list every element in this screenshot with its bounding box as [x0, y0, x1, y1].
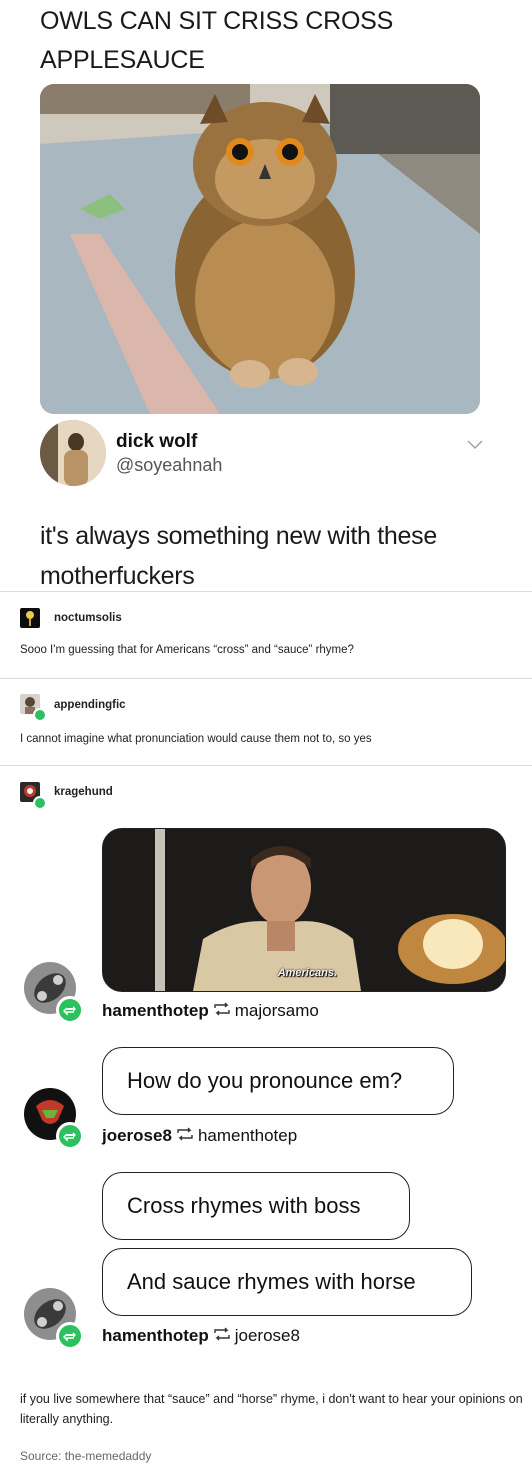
divider	[0, 591, 532, 592]
footer-comment: if you live somewhere that “sauce” and “…	[20, 1392, 523, 1426]
reaction-caption: Americans.	[277, 967, 337, 979]
reblog-line: joerose8 hamenthotep	[102, 1126, 297, 1146]
post-username[interactable]: noctumsolis	[54, 612, 122, 624]
reblog-arrow-icon	[176, 1126, 194, 1146]
post-username[interactable]: appendingfic	[54, 699, 126, 711]
reblog-badge-icon	[33, 708, 47, 722]
tweet-caption: OWLS CAN SIT CRISS CROSS APPLESAUCE	[40, 7, 394, 74]
owl-photo	[40, 84, 480, 414]
reblog-source[interactable]: hamenthotep	[198, 1126, 297, 1146]
post-text: Sooo I'm guessing that for Americans “cr…	[20, 644, 354, 656]
reblog-line: hamenthotep majorsamo	[102, 1001, 319, 1021]
reblog-arrow-icon	[213, 1001, 231, 1021]
source-link[interactable]: Source: the-memedaddy	[20, 1449, 151, 1463]
reblog-source[interactable]: majorsamo	[235, 1001, 319, 1021]
chevron-down-icon[interactable]	[466, 438, 484, 450]
tweet-text: it's always something new with these mot…	[40, 522, 437, 590]
reblog-source[interactable]: joerose8	[235, 1326, 300, 1346]
reblog-icon	[56, 996, 84, 1024]
reblog-username[interactable]: hamenthotep	[102, 1326, 209, 1346]
tweet-author-handle[interactable]: @soyeahnah	[116, 455, 222, 476]
reblog-badge-icon	[33, 796, 47, 810]
divider	[0, 678, 532, 679]
divider	[0, 765, 532, 766]
chat-bubble: And sauce rhymes with horse	[102, 1248, 472, 1316]
tweet-author-avatar[interactable]	[40, 420, 106, 486]
reaction-image: Americans.	[102, 828, 506, 992]
reblog-username[interactable]: hamenthotep	[102, 1001, 209, 1021]
reblog-username[interactable]: joerose8	[102, 1126, 172, 1146]
reblog-line: hamenthotep joerose8	[102, 1326, 300, 1346]
chat-bubble: How do you pronounce em?	[102, 1047, 454, 1115]
post-text: I cannot imagine what pronunciation woul…	[20, 733, 372, 745]
post-username[interactable]: kragehund	[54, 786, 113, 798]
reblog-icon	[56, 1322, 84, 1350]
avatar-noctumsolis[interactable]	[20, 608, 40, 628]
reblog-arrow-icon	[213, 1326, 231, 1346]
reblog-icon	[56, 1122, 84, 1150]
chat-bubble: Cross rhymes with boss	[102, 1172, 410, 1240]
tweet-author-name[interactable]: dick wolf	[116, 431, 197, 453]
